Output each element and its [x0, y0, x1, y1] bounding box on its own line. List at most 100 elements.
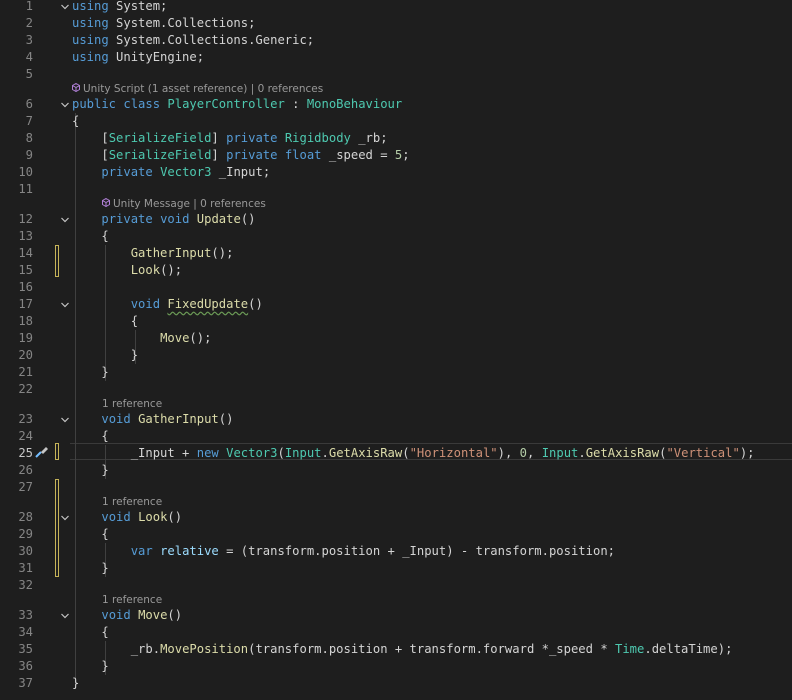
chevron-down-icon[interactable] — [60, 0, 70, 15]
unity-cube-icon — [72, 82, 80, 95]
chevron-down-icon[interactable] — [60, 509, 70, 526]
code-line[interactable]: using System.Collections.Generic; — [72, 32, 314, 49]
code-line[interactable]: { — [72, 624, 108, 641]
code-line[interactable]: [SerializeField] private float _speed = … — [72, 147, 409, 164]
code-token: GetAxisRaw — [328, 446, 403, 460]
code-line[interactable]: } — [72, 658, 108, 675]
line-number: 12 — [18, 212, 33, 226]
code-token: { — [72, 527, 109, 541]
code-token: ( — [402, 446, 410, 460]
code-line[interactable]: void Move() — [72, 607, 182, 624]
code-token: (); — [211, 246, 234, 260]
line-number: 11 — [18, 182, 33, 196]
code-token: MonoBehaviour — [306, 97, 403, 111]
chevron-down-icon[interactable] — [60, 211, 70, 228]
line-number: 21 — [18, 365, 33, 379]
line-number: 4 — [25, 50, 33, 64]
code-line[interactable]: } — [72, 675, 79, 692]
code-token: void — [101, 608, 131, 622]
code-editor[interactable]: 1 using System; 2 using System.Collections;… — [0, 0, 792, 700]
line-number: 28 — [18, 510, 33, 524]
code-line[interactable]: { — [72, 313, 138, 330]
code-line[interactable]: using System; — [72, 0, 167, 15]
line-number: 1 — [25, 0, 33, 13]
code-line[interactable]: Move(); — [72, 330, 211, 347]
codelens-0[interactable]: Unity Script (1 asset reference) | 0 ref… — [72, 82, 323, 96]
screwdriver-brush-icon[interactable] — [35, 446, 49, 458]
code-token: { — [72, 429, 109, 443]
code-line[interactable]: GatherInput(); — [72, 245, 234, 262]
code-line[interactable]: { — [72, 113, 79, 130]
code-token: SerializeField — [108, 148, 212, 162]
chevron-down-icon[interactable] — [60, 96, 70, 113]
code-line[interactable]: { — [72, 526, 109, 543]
code-line[interactable]: var relative = (transform.position + _In… — [72, 543, 615, 560]
code-line[interactable]: Look(); — [72, 262, 182, 279]
codelens-1[interactable]: Unity Message | 0 references — [102, 197, 266, 211]
code-token: (transform.position + transform.forward … — [248, 642, 615, 656]
line-number: 19 — [18, 331, 33, 345]
code-token: Input — [541, 446, 579, 460]
code-token: Move — [138, 608, 168, 622]
line-number: 3 — [25, 33, 33, 47]
code-line[interactable]: private void Update() — [72, 211, 255, 228]
code-token: : — [284, 97, 307, 111]
code-line[interactable]: _Input + new Vector3(Input.GetAxisRaw("H… — [72, 445, 755, 462]
code-token: GatherInput — [138, 412, 219, 426]
code-token: ] — [211, 131, 227, 145]
change-marker — [55, 443, 59, 460]
code-line[interactable]: using System.Collections; — [72, 15, 255, 32]
code-token: GatherInput — [130, 246, 212, 260]
codelens-3[interactable]: 1 reference — [102, 496, 162, 509]
code-line[interactable]: _rb.MovePosition(transform.position + tr… — [72, 641, 733, 658]
line-number: 6 — [25, 97, 33, 111]
code-line[interactable]: { — [72, 428, 109, 445]
line-number: 34 — [18, 625, 33, 639]
code-line[interactable]: } — [72, 560, 108, 577]
codelens-4[interactable]: 1 reference — [102, 594, 162, 607]
code-line[interactable]: void GatherInput() — [72, 411, 233, 428]
line-number: 15 — [18, 263, 33, 277]
code-token: ); — [739, 446, 755, 460]
code-line[interactable]: } — [72, 462, 108, 479]
code-line[interactable]: private Vector3 _Input; — [72, 164, 270, 181]
code-line[interactable]: void Look() — [72, 509, 182, 526]
code-line[interactable]: [SerializeField] private Rigidbody _rb; — [72, 130, 388, 147]
line-number: 13 — [18, 229, 33, 243]
chevron-down-icon[interactable] — [60, 607, 70, 624]
code-token: Update — [196, 212, 241, 226]
line-number: 2 — [25, 16, 33, 30]
change-marker — [55, 245, 59, 277]
line-number: 14 — [18, 246, 33, 260]
code-line[interactable]: public class PlayerController : MonoBeha… — [72, 96, 402, 113]
chevron-down-icon[interactable] — [60, 296, 70, 313]
code-token: Vector3 — [160, 165, 212, 179]
code-token: using — [72, 33, 109, 47]
code-line[interactable]: using UnityEngine; — [72, 49, 204, 66]
code-token: "Vertical" — [666, 446, 740, 460]
code-token: MovePosition — [160, 642, 249, 656]
indent-guide — [75, 113, 76, 685]
code-line[interactable]: } — [72, 347, 138, 364]
code-token: . — [578, 446, 586, 460]
code-line[interactable]: { — [72, 228, 108, 245]
code-token: ] — [211, 148, 227, 162]
code-token: } — [72, 676, 80, 690]
chevron-down-icon[interactable] — [60, 411, 70, 428]
code-line[interactable]: void FixedUpdate() — [72, 296, 263, 313]
code-token: , — [527, 446, 542, 460]
code-token: _rb; — [350, 131, 388, 145]
code-token: GetAxisRaw — [585, 446, 660, 460]
code-line[interactable]: } — [72, 364, 108, 381]
line-number: 32 — [18, 578, 33, 592]
codelens-2[interactable]: 1 reference — [102, 398, 162, 411]
